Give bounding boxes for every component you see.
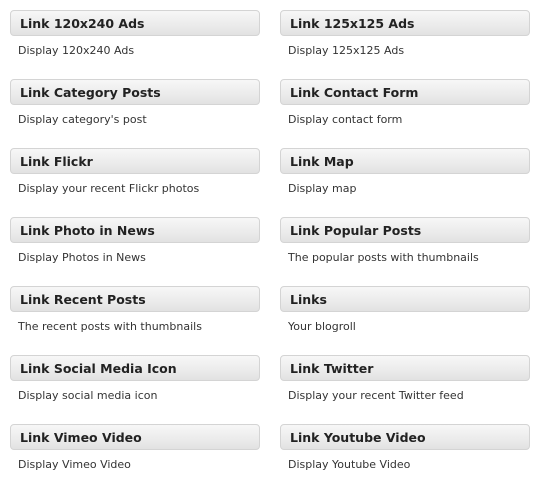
- widget-links: Links Your blogroll: [280, 286, 530, 355]
- widget-description: Display category's post: [18, 113, 147, 126]
- widget-description: Display your recent Flickr photos: [18, 182, 200, 195]
- widget-link-photo-in-news: Link Photo in News Display Photos in New…: [10, 217, 260, 286]
- widget-link-recent-posts: Link Recent Posts The recent posts with …: [10, 286, 260, 355]
- widget-title-bar[interactable]: Link Popular Posts: [280, 217, 530, 243]
- widget-title: Link Popular Posts: [290, 222, 422, 238]
- widget-description: The recent posts with thumbnails: [18, 320, 202, 333]
- widget-title: Link Map: [290, 153, 354, 169]
- available-widgets-grid: Link 120x240 Ads Display 120x240 Ads Lin…: [10, 10, 530, 493]
- widget-description: Display contact form: [288, 113, 403, 126]
- widget-link-twitter: Link Twitter Display your recent Twitter…: [280, 355, 530, 424]
- widget-title-bar[interactable]: Link Youtube Video: [280, 424, 530, 450]
- widget-description: Your blogroll: [288, 320, 356, 333]
- widget-description: The popular posts with thumbnails: [288, 251, 479, 264]
- widget-title-bar[interactable]: Link Flickr: [10, 148, 260, 174]
- widget-title: Link Category Posts: [20, 84, 161, 100]
- widget-description: Display Photos in News: [18, 251, 146, 264]
- widget-title-bar[interactable]: Links: [280, 286, 530, 312]
- widget-description: Display 120x240 Ads: [18, 44, 135, 57]
- widget-link-125x125-ads: Link 125x125 Ads Display 125x125 Ads: [280, 10, 530, 79]
- widget-title: Links: [290, 291, 327, 307]
- widget-title: Link Vimeo Video: [20, 429, 142, 445]
- widget-title-bar[interactable]: Link Vimeo Video: [10, 424, 260, 450]
- widget-title: Link Contact Form: [290, 84, 419, 100]
- widget-title: Link Youtube Video: [290, 429, 426, 445]
- widget-link-120x240-ads: Link 120x240 Ads Display 120x240 Ads: [10, 10, 260, 79]
- widget-title-bar[interactable]: Link Category Posts: [10, 79, 260, 105]
- widget-description: Display social media icon: [18, 389, 158, 402]
- widget-title-bar[interactable]: Link Map: [280, 148, 530, 174]
- widget-description: Display Vimeo Video: [18, 458, 131, 471]
- widget-title: Link 125x125 Ads: [290, 15, 415, 31]
- widget-link-youtube-video: Link Youtube Video Display Youtube Video: [280, 424, 530, 493]
- widget-link-popular-posts: Link Popular Posts The popular posts wit…: [280, 217, 530, 286]
- widget-title-bar[interactable]: Link Social Media Icon: [10, 355, 260, 381]
- widget-title-bar[interactable]: Link Twitter: [280, 355, 530, 381]
- widget-title: Link 120x240 Ads: [20, 15, 145, 31]
- widget-link-social-media-icon: Link Social Media Icon Display social me…: [10, 355, 260, 424]
- widget-title-bar[interactable]: Link Photo in News: [10, 217, 260, 243]
- widget-link-vimeo-video: Link Vimeo Video Display Vimeo Video: [10, 424, 260, 493]
- widget-description: Display Youtube Video: [288, 458, 411, 471]
- widget-description: Display your recent Twitter feed: [288, 389, 464, 402]
- widget-link-category-posts: Link Category Posts Display category's p…: [10, 79, 260, 148]
- widget-title-bar[interactable]: Link Contact Form: [280, 79, 530, 105]
- widget-title: Link Flickr: [20, 153, 93, 169]
- widget-title: Link Recent Posts: [20, 291, 146, 307]
- widget-description: Display map: [288, 182, 357, 195]
- widget-title: Link Twitter: [290, 360, 374, 376]
- widget-title-bar[interactable]: Link Recent Posts: [10, 286, 260, 312]
- widget-link-contact-form: Link Contact Form Display contact form: [280, 79, 530, 148]
- widget-link-flickr: Link Flickr Display your recent Flickr p…: [10, 148, 260, 217]
- widget-title-bar[interactable]: Link 125x125 Ads: [280, 10, 530, 36]
- widget-title: Link Social Media Icon: [20, 360, 177, 376]
- widget-link-map: Link Map Display map: [280, 148, 530, 217]
- widget-description: Display 125x125 Ads: [288, 44, 405, 57]
- widget-title: Link Photo in News: [20, 222, 155, 238]
- widget-title-bar[interactable]: Link 120x240 Ads: [10, 10, 260, 36]
